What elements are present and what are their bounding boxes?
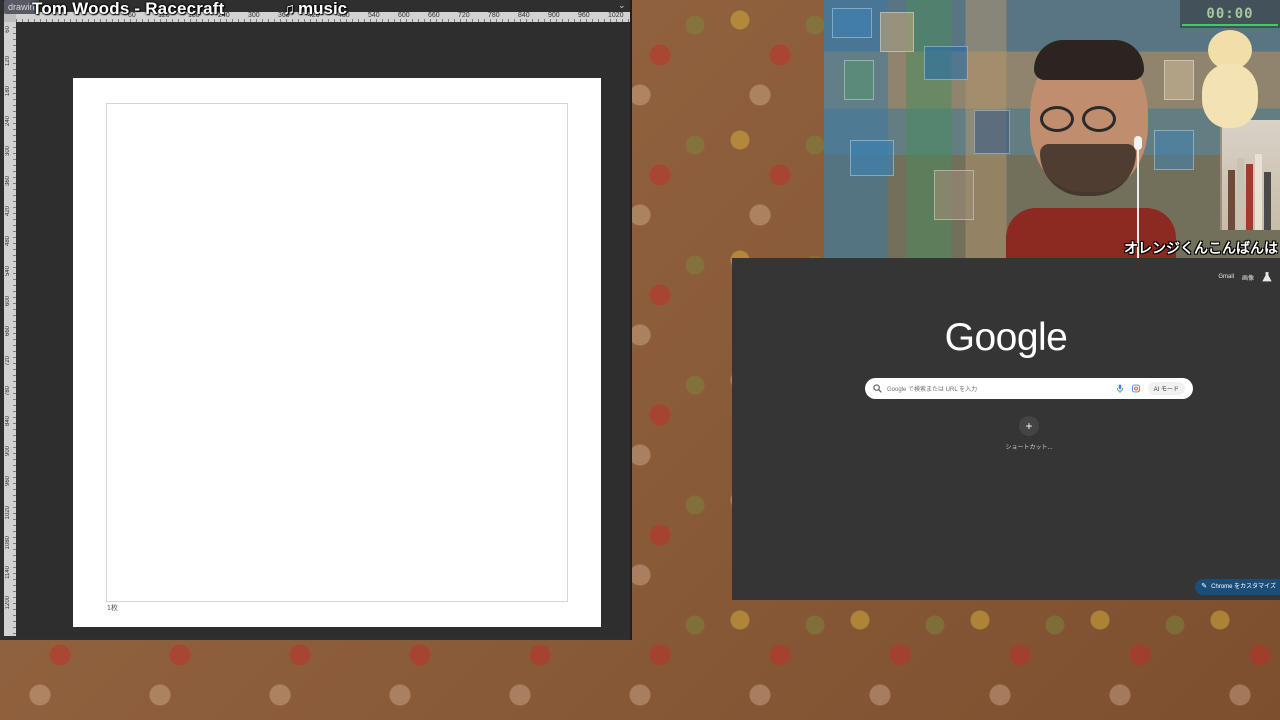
ruler-left-tick-label: 300 [5, 146, 11, 157]
search-placeholder[interactable]: Google で検索または URL を入力 [887, 384, 1108, 393]
ai-mode-button[interactable]: AI モード [1147, 382, 1185, 395]
book [1237, 158, 1244, 230]
glasses-icon [1040, 106, 1074, 132]
microphone-icon[interactable] [1116, 384, 1124, 393]
book [1264, 172, 1271, 230]
book [1246, 164, 1253, 230]
ruler-left-tick-label: 480 [5, 236, 11, 247]
gmail-link[interactable]: Gmail [1218, 274, 1234, 280]
ruler-left-tick-label: 840 [5, 416, 11, 427]
drawing-app-window: 60 120 180 240 300 360 420 480 540 600 660 720 780 84… [0, 0, 632, 640]
ruler-left-tick-label: 1080 [5, 536, 11, 550]
streamer [1006, 40, 1176, 258]
webcam-feed: 00:00 オレンジくんこんばんは [824, 0, 1280, 258]
teddy-bear [1194, 30, 1266, 140]
streamer-hair [1034, 40, 1144, 80]
google-lens-icon[interactable] [1131, 384, 1140, 393]
drawing-paper[interactable]: 1枚 [73, 78, 601, 627]
ruler-left-tick-label: 1200 [5, 596, 11, 610]
streamer-beard [1040, 144, 1136, 196]
book [1228, 170, 1235, 230]
images-link[interactable]: 画像 [1242, 273, 1254, 282]
greeting-caption: オレンジくんこんばんは [1124, 240, 1278, 256]
google-logo: Google [944, 316, 1068, 359]
canvas-area[interactable]: 1枚 [16, 22, 630, 636]
chrome-top-links: Gmail 画像 [1218, 272, 1272, 282]
glasses-icon [1082, 106, 1116, 132]
ruler-left-tick-label: 60 [5, 26, 11, 33]
ruler-left-tick-label: 960 [5, 476, 11, 487]
timer-progress-bar [1182, 24, 1278, 26]
labs-flask-icon[interactable] [1262, 272, 1272, 282]
ruler-left-tick-label: 900 [5, 446, 11, 457]
customize-chrome-label: Chrome をカスタマイズ [1211, 584, 1276, 590]
chrome-new-tab-window: Gmail 画像 Google Google で検索または URL を入力 AI… [732, 258, 1280, 600]
now-playing-title: Tom Woods - Racecraft [32, 0, 225, 18]
ruler-left-tick-label: 120 [5, 56, 11, 67]
wall-poster [924, 46, 968, 80]
ruler-left-tick-label: 540 [5, 266, 11, 277]
music-label: ♫ music [283, 0, 347, 19]
ruler-left-tick-label: 1140 [5, 566, 11, 579]
ruler-left[interactable]: 60 120 180 240 300 360 420 480 540 600 660 720 780 84… [4, 22, 16, 636]
bear-body [1202, 64, 1258, 128]
ruler-left-tick-label: 360 [5, 176, 11, 187]
panel-frame[interactable] [106, 103, 568, 602]
ruler-left-tick-label: 420 [5, 206, 11, 217]
pencil-icon: ✎ [1201, 583, 1208, 590]
ruler-left-tick-label: 720 [5, 356, 11, 367]
music-label-text: music [298, 0, 348, 18]
search-input[interactable]: Google で検索または URL を入力 AI モード [865, 378, 1193, 399]
ruler-left-tick-label: 780 [5, 386, 11, 397]
wall-poster [974, 110, 1010, 154]
music-note-icon: ♫ [283, 1, 295, 18]
wall-poster [880, 12, 914, 52]
customize-chrome-button[interactable]: ✎ Chrome をカスタマイズ [1195, 579, 1280, 595]
wall-poster [844, 60, 874, 100]
stream-overlay-bar: drawin Tom Woods - Racecraft ♫ music ⌄ [0, 0, 632, 22]
search-icon [873, 384, 882, 393]
add-shortcut-button[interactable]: + [1019, 416, 1039, 436]
wall-poster [850, 140, 894, 176]
frame-label: 1枚 [107, 605, 118, 612]
chevron-down-icon[interactable]: ⌄ [618, 0, 626, 11]
book [1255, 154, 1262, 230]
ruler-left-tick-label: 240 [5, 116, 11, 127]
ruler-left-tick-label: 1020 [5, 506, 11, 520]
ruler-left-tick-label: 600 [5, 296, 11, 307]
ruler-left-tick-label: 660 [5, 326, 11, 337]
ruler-left-tick-label: 180 [5, 86, 11, 97]
add-shortcut-label[interactable]: ショートカット... [732, 442, 1280, 451]
wall-poster [832, 8, 872, 38]
wall-poster [934, 170, 974, 220]
